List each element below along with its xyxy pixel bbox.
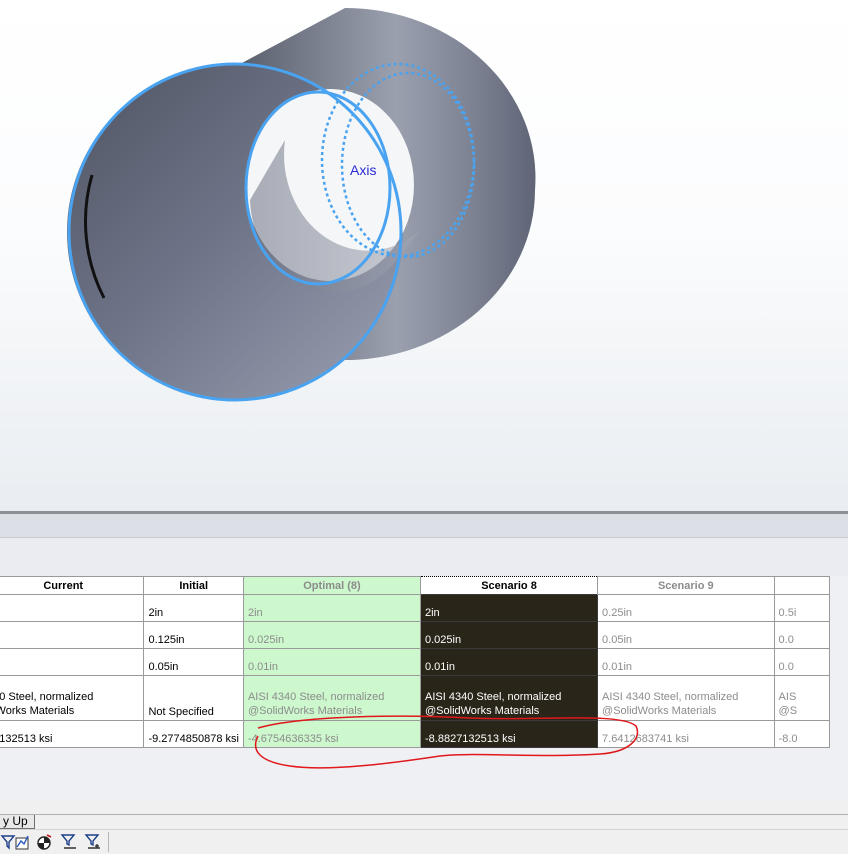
cell-optimal[interactable]: -4.6754636335 ksi — [242, 720, 422, 748]
panel-header — [0, 514, 848, 538]
cell-scenario-10[interactable]: AIS @S — [773, 675, 831, 721]
cell-optimal[interactable]: 0.025in — [242, 621, 422, 649]
toolbar-separator — [108, 832, 109, 852]
cell-current[interactable] — [0, 594, 145, 622]
cell-current[interactable]: n — [0, 648, 145, 676]
column-header-initial[interactable]: Initial — [143, 576, 244, 595]
tab-bar: y Up — [0, 814, 848, 830]
column-header-scenario-10[interactable] — [773, 576, 831, 595]
filter-down-icon[interactable] — [60, 833, 78, 851]
cell-initial[interactable]: 0.125in — [143, 621, 244, 649]
graphics-viewport[interactable]: Axis — [0, 0, 848, 511]
cell-current[interactable]: in — [0, 621, 145, 649]
tab-follow-up[interactable]: y Up — [0, 815, 35, 829]
cell-scenario-8[interactable]: -8.8827132513 ksi — [419, 720, 599, 748]
cell-initial[interactable]: -9.2774850878 ksi — [143, 720, 244, 748]
table-row: in 0.125in 0.025in 0.025in 0.05in 0.0 — [0, 621, 831, 649]
sensor-icon[interactable] — [35, 833, 53, 851]
results-grid-area: Current Initial Optimal (8) Scenario 8 S… — [0, 576, 848, 800]
filter-up-icon[interactable] — [84, 833, 102, 851]
cell-scenario-10[interactable]: 0.0 — [773, 648, 831, 676]
cell-scenario-9[interactable]: 0.25in — [597, 594, 775, 622]
results-table: Current Initial Optimal (8) Scenario 8 S… — [0, 576, 831, 748]
column-header-scenario-9[interactable]: Scenario 9 — [597, 576, 775, 595]
cell-scenario-9[interactable]: 7.6412683741 ksi — [597, 720, 775, 748]
cell-optimal[interactable]: AISI 4340 Steel, normalized @SolidWorks … — [242, 675, 422, 721]
cylinder-model[interactable]: Axis — [0, 0, 848, 511]
cell-scenario-9[interactable]: AISI 4340 Steel, normalized @SolidWorks … — [597, 675, 775, 721]
chart-icon[interactable] — [13, 833, 31, 851]
cell-optimal[interactable]: 0.01in — [242, 648, 422, 676]
cell-optimal[interactable]: 2in — [242, 594, 422, 622]
table-row: 27132513 ksi -9.2774850878 ksi -4.675463… — [0, 720, 831, 748]
cell-scenario-8[interactable]: 0.01in — [419, 648, 599, 676]
cell-scenario-8[interactable]: AISI 4340 Steel, normalized @SolidWorks … — [419, 675, 599, 721]
cell-scenario-9[interactable]: 0.01in — [597, 648, 775, 676]
cell-scenario-8[interactable]: 2in — [419, 594, 599, 622]
bottom-toolbar — [0, 829, 848, 854]
column-header-optimal[interactable]: Optimal (8) — [242, 576, 422, 595]
cell-initial[interactable]: 2in — [143, 594, 244, 622]
cell-scenario-10[interactable]: 0.0 — [773, 621, 831, 649]
column-header-current[interactable]: Current — [0, 576, 145, 595]
cell-initial[interactable]: 0.05in — [143, 648, 244, 676]
column-header-scenario-8[interactable]: Scenario 8 — [419, 576, 599, 595]
table-row: 2in 2in 2in 0.25in 0.5i — [0, 594, 831, 622]
cell-scenario-9[interactable]: 0.05in — [597, 621, 775, 649]
cell-scenario-10[interactable]: 0.5i — [773, 594, 831, 622]
cell-scenario-8[interactable]: 0.025in — [419, 621, 599, 649]
axis-label: Axis — [350, 162, 376, 178]
cell-initial[interactable]: Not Specified — [143, 675, 244, 721]
cell-current[interactable]: 340 Steel, normalized idWorks Materials — [0, 675, 145, 721]
cell-current[interactable]: 27132513 ksi — [0, 720, 145, 748]
table-header-row: Current Initial Optimal (8) Scenario 8 S… — [0, 576, 831, 595]
table-row: n 0.05in 0.01in 0.01in 0.01in 0.0 — [0, 648, 831, 676]
design-study-panel: Current Initial Optimal (8) Scenario 8 S… — [0, 514, 848, 854]
table-row: 340 Steel, normalized idWorks Materials … — [0, 675, 831, 721]
cell-scenario-10[interactable]: -8.0 — [773, 720, 831, 748]
